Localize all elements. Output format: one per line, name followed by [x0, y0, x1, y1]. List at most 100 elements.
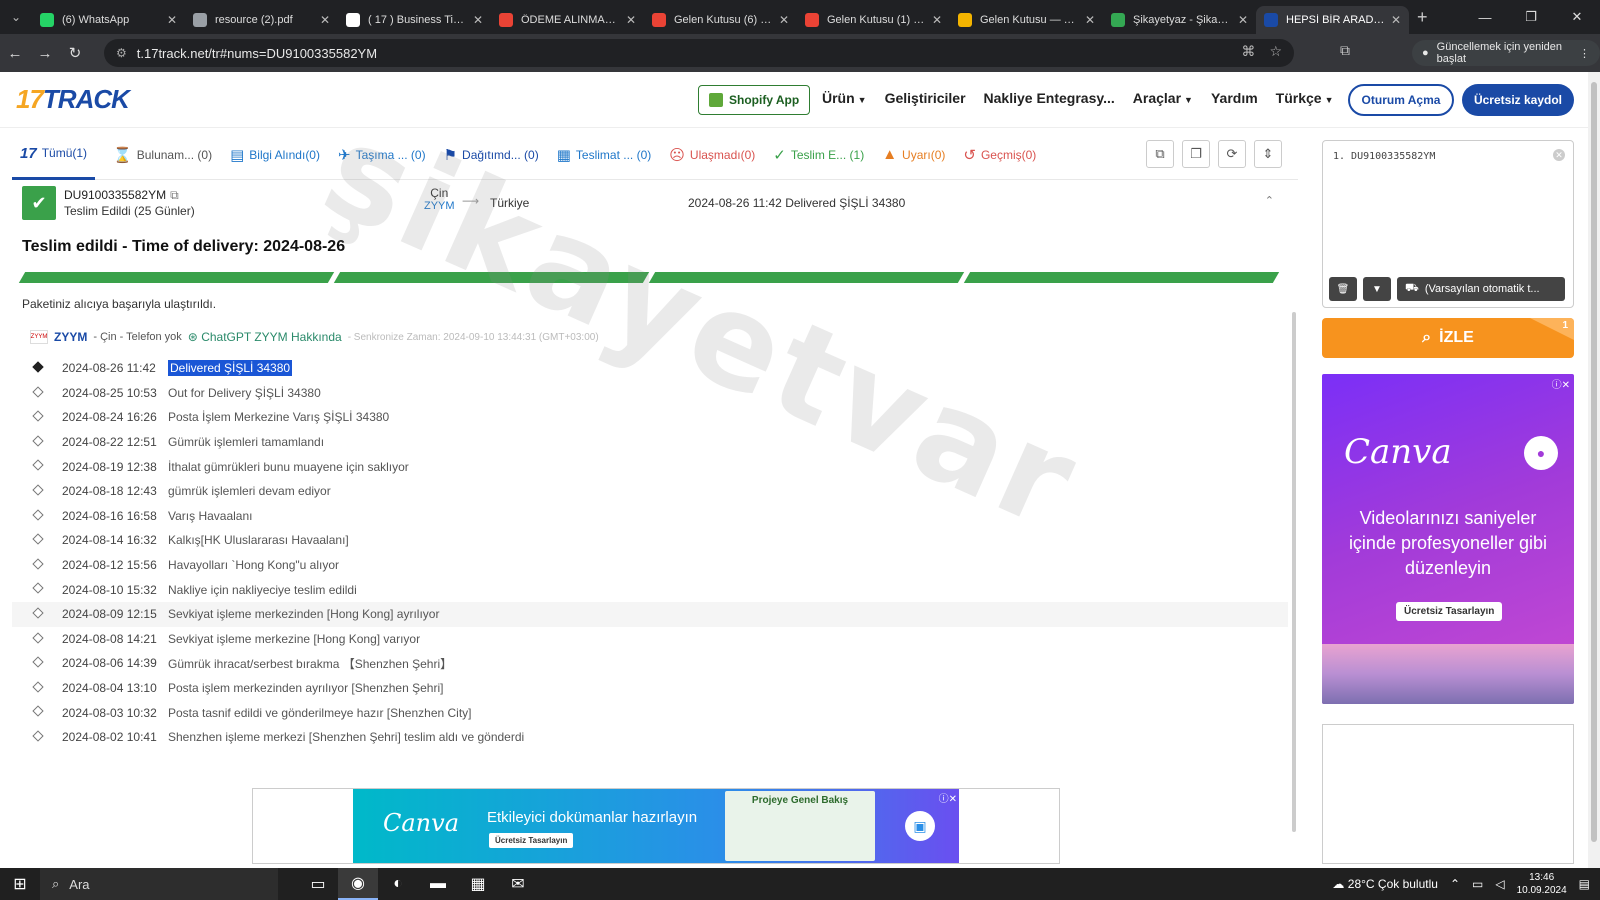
nav-item[interactable]: Ürün ▼ [822, 90, 867, 106]
update-button[interactable]: ● Güncellemek için yeniden başlat ⋮ [1412, 40, 1600, 66]
copy-number-icon[interactable]: ⧉ [170, 188, 179, 202]
logo-17track[interactable]: 17TRACK [16, 84, 130, 115]
back-icon[interactable]: ← [0, 38, 30, 68]
carrier-name[interactable]: ZYYM [54, 330, 87, 344]
tray-chevron-icon[interactable]: ⌃ [1450, 877, 1460, 891]
filter-info-received[interactable]: ▤ Bilgi Alındı(0) [230, 130, 320, 180]
login-button[interactable]: Oturum Açma [1348, 84, 1454, 116]
nav-item[interactable]: Nakliye Entegrasy... [984, 90, 1115, 106]
ad-cta-button[interactable]: Ücretsiz Tasarlayın [1396, 602, 1503, 621]
windows-start-icon[interactable]: ⊞ [0, 868, 40, 900]
carrier-select[interactable]: ⛟ (Varsayılan otomatik t... [1397, 277, 1565, 301]
package-summary-row[interactable]: ✔ DU9100335582YM ⧉ Teslim Edildi (25 Günl… [12, 182, 1288, 226]
clock[interactable]: 13:46 10.09.2024 [1517, 871, 1567, 897]
collapse-all-icon[interactable]: ⇕ [1254, 140, 1282, 168]
notifications-icon[interactable]: ▤ [1579, 877, 1590, 891]
filter-alert[interactable]: ▲ Uyarı(0) [882, 130, 945, 180]
tab-close-icon[interactable]: ✕ [932, 13, 942, 27]
file-explorer-icon[interactable]: ▬ [418, 868, 458, 900]
forward-icon[interactable]: → [30, 38, 60, 68]
more-menu-icon[interactable]: ⋮ [1579, 47, 1590, 60]
reload-icon[interactable]: ↻ [60, 38, 90, 68]
browser-tab[interactable]: Gelen Kutusu — Yand ✕ [950, 6, 1103, 34]
tracking-number-input[interactable]: 1. DU9100335582YM ✕ 🗑 ▼ ⛟ (Varsayılan ot… [1322, 140, 1574, 308]
chrome-icon[interactable]: ◉ [338, 868, 378, 900]
edge-icon[interactable]: ◐ [378, 868, 418, 900]
chatgpt-link[interactable]: ⊛ ChatGPT ZYYM Hakkında [188, 330, 342, 344]
bookmark-star-icon[interactable]: ☆ [1269, 43, 1282, 60]
browser-tab[interactable]: ( 17 ) Business Time - ✕ [338, 6, 491, 34]
refresh-icon[interactable]: ⟳ [1218, 140, 1246, 168]
tab-close-icon[interactable]: ✕ [167, 13, 177, 27]
volume-icon[interactable]: ◁ [1495, 877, 1504, 891]
event-time: 2024-08-26 11:42 [62, 361, 156, 376]
carrier-link[interactable]: ZYYM [424, 200, 455, 212]
shopify-app-button[interactable]: Shopify App [698, 85, 811, 115]
task-view-icon[interactable]: ▭ [298, 868, 338, 900]
translate-icon[interactable]: ⌘ [1241, 43, 1255, 60]
tab-search-icon[interactable]: ⌄ [0, 0, 32, 34]
store-icon[interactable]: ▦ [458, 868, 498, 900]
tab-close-icon[interactable]: ✕ [1238, 13, 1248, 27]
clear-input-icon[interactable]: ✕ [1553, 149, 1565, 161]
new-tab-icon[interactable]: + [1417, 7, 1428, 28]
site-info-icon[interactable]: ⚙ [116, 46, 127, 60]
collapse-row-icon[interactable]: ⌃ [1265, 194, 1274, 207]
tab-close-icon[interactable]: ✕ [779, 13, 789, 27]
filter-icon[interactable]: ▼ [1363, 277, 1391, 301]
browser-tab[interactable]: Şikayetyaz - Şikayetv ✕ [1103, 6, 1256, 34]
filter-delivered[interactable]: ✓ Teslim E... (1) [773, 130, 864, 180]
page-scroll-thumb[interactable] [1591, 82, 1597, 842]
package-number: DU9100335582YM [64, 188, 167, 202]
register-button[interactable]: Ücretsiz kaydol [1462, 84, 1574, 116]
browser-tab[interactable]: (6) WhatsApp ✕ [32, 6, 185, 34]
bottom-ad-close-icon[interactable]: ⓘ✕ [939, 790, 957, 805]
tracking-number-line: 1. DU9100335582YM [1333, 151, 1436, 162]
bottom-ad-cta[interactable]: Ücretsiz Tasarlayın [489, 833, 574, 848]
nav-item[interactable]: Geliştiriciler [885, 90, 966, 106]
copy-icon[interactable]: ⧉ [1146, 140, 1174, 168]
browser-tab[interactable]: Gelen Kutusu (6) - ku ✕ [644, 6, 797, 34]
close-window-icon[interactable]: ✕ [1554, 0, 1600, 34]
taskbar-search[interactable]: ⌕ Ara [40, 868, 278, 900]
filter-in-transit-icon: ✈ [337, 146, 351, 164]
page-scrollbar[interactable] [1588, 72, 1600, 868]
filter-history[interactable]: ↺ Geçmiş(0) [963, 130, 1036, 180]
side-advertisement[interactable]: ⓘ✕ Canva ● Videolarınızı saniyeler içind… [1322, 374, 1574, 704]
browser-tab[interactable]: resource (2).pdf ✕ [185, 6, 338, 34]
filter-all[interactable]: 17 Tümü(1) [12, 130, 96, 180]
trash-icon[interactable]: 🗑 [1329, 277, 1357, 301]
tab-close-icon[interactable]: ✕ [626, 13, 636, 27]
url-input[interactable]: ⚙ t.17track.net/tr#nums=DU9100335582YM ⌘… [104, 39, 1294, 67]
ad-headline: Videolarınızı saniyeler içinde profesyon… [1348, 508, 1548, 578]
minimize-icon[interactable]: — [1462, 0, 1508, 34]
filter-out-for-delivery[interactable]: ⚑ Dağıtımd... (0) [444, 130, 539, 180]
weather-widget[interactable]: ☁ 28°C Çok bulutlu [1332, 877, 1438, 891]
bottom-advertisement[interactable]: Canva Etkileyici dokümanlar hazırlayın Ü… [252, 788, 1060, 864]
results-scrollbar[interactable] [1292, 312, 1296, 832]
filter-not-found[interactable]: ⌛ Bulunam... (0) [113, 130, 212, 180]
network-icon[interactable]: ▭ [1472, 877, 1483, 891]
tab-close-icon[interactable]: ✕ [1391, 13, 1401, 27]
track-button[interactable]: ⌕ İZLE 1 [1322, 318, 1574, 358]
ad-close-icon[interactable]: ⓘ✕ [1552, 376, 1570, 391]
browser-tab[interactable]: Gelen Kutusu (1) - inf ✕ [797, 6, 950, 34]
mail-icon[interactable]: ✉ [498, 868, 538, 900]
bottom-ad-banner[interactable]: Canva Etkileyici dokümanlar hazırlayın Ü… [353, 789, 959, 863]
nav-item[interactable]: Araçlar ▼ [1133, 90, 1193, 106]
tab-close-icon[interactable]: ✕ [473, 13, 483, 27]
browser-tab[interactable]: ÖDEME ALINMADIĞI ✕ [491, 6, 644, 34]
copy-all-icon[interactable]: ❐ [1182, 140, 1210, 168]
chevron-down-icon: ▼ [1324, 95, 1334, 105]
tab-close-icon[interactable]: ✕ [1085, 13, 1095, 27]
nav-item[interactable]: Türkçe ▼ [1276, 90, 1334, 106]
nav-item[interactable]: Yardım [1211, 90, 1258, 106]
filter-undelivered[interactable]: ☹ Ulaşmadı(0) [669, 130, 755, 180]
filter-info-received-icon: ▤ [230, 146, 245, 164]
tab-close-icon[interactable]: ✕ [320, 13, 330, 27]
browser-tab[interactable]: HEPSİ BİR ARADA PO ✕ [1256, 6, 1409, 34]
filter-in-transit[interactable]: ✈ Taşıma ... (0) [338, 130, 426, 180]
filter-delivery-failed[interactable]: ▦ Teslimat ... (0) [557, 130, 652, 180]
restore-icon[interactable]: ❐ [1508, 0, 1554, 34]
extensions-icon[interactable]: ⧉ [1340, 42, 1350, 59]
